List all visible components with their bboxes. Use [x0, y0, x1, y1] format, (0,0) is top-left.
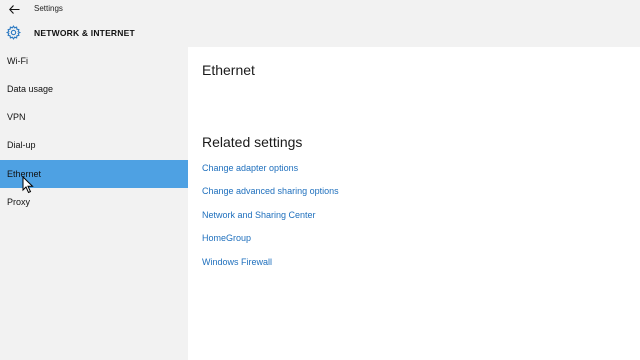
- windows-firewall-link[interactable]: Windows Firewall: [202, 257, 272, 267]
- sidebar-item-vpn[interactable]: VPN: [0, 103, 188, 131]
- section-title: NETWORK & INTERNET: [34, 28, 135, 38]
- sidebar-item-data-usage[interactable]: Data usage: [0, 75, 188, 103]
- sidebar-item-dial-up[interactable]: Dial-up: [0, 131, 188, 159]
- gear-icon: [6, 25, 21, 40]
- related-settings-heading: Related settings: [202, 134, 303, 150]
- change-advanced-sharing-options-link[interactable]: Change advanced sharing options: [202, 186, 339, 196]
- network-and-sharing-center-link[interactable]: Network and Sharing Center: [202, 210, 316, 220]
- homegroup-link[interactable]: HomeGroup: [202, 233, 251, 243]
- window-title: Settings: [34, 4, 63, 13]
- back-button[interactable]: [7, 3, 21, 16]
- main-content: Ethernet Related settings Change adapter…: [188, 47, 640, 360]
- sidebar: Wi-Fi Data usage VPN Dial-up Ethernet Pr…: [0, 47, 188, 360]
- sidebar-item-wifi[interactable]: Wi-Fi: [0, 47, 188, 75]
- back-arrow-icon: [8, 5, 19, 14]
- mouse-pointer-icon: [22, 176, 34, 194]
- title-bar: Settings: [0, 0, 640, 19]
- section-header: NETWORK & INTERNET: [0, 19, 640, 47]
- change-adapter-options-link[interactable]: Change adapter options: [202, 163, 298, 173]
- page-title: Ethernet: [202, 62, 255, 78]
